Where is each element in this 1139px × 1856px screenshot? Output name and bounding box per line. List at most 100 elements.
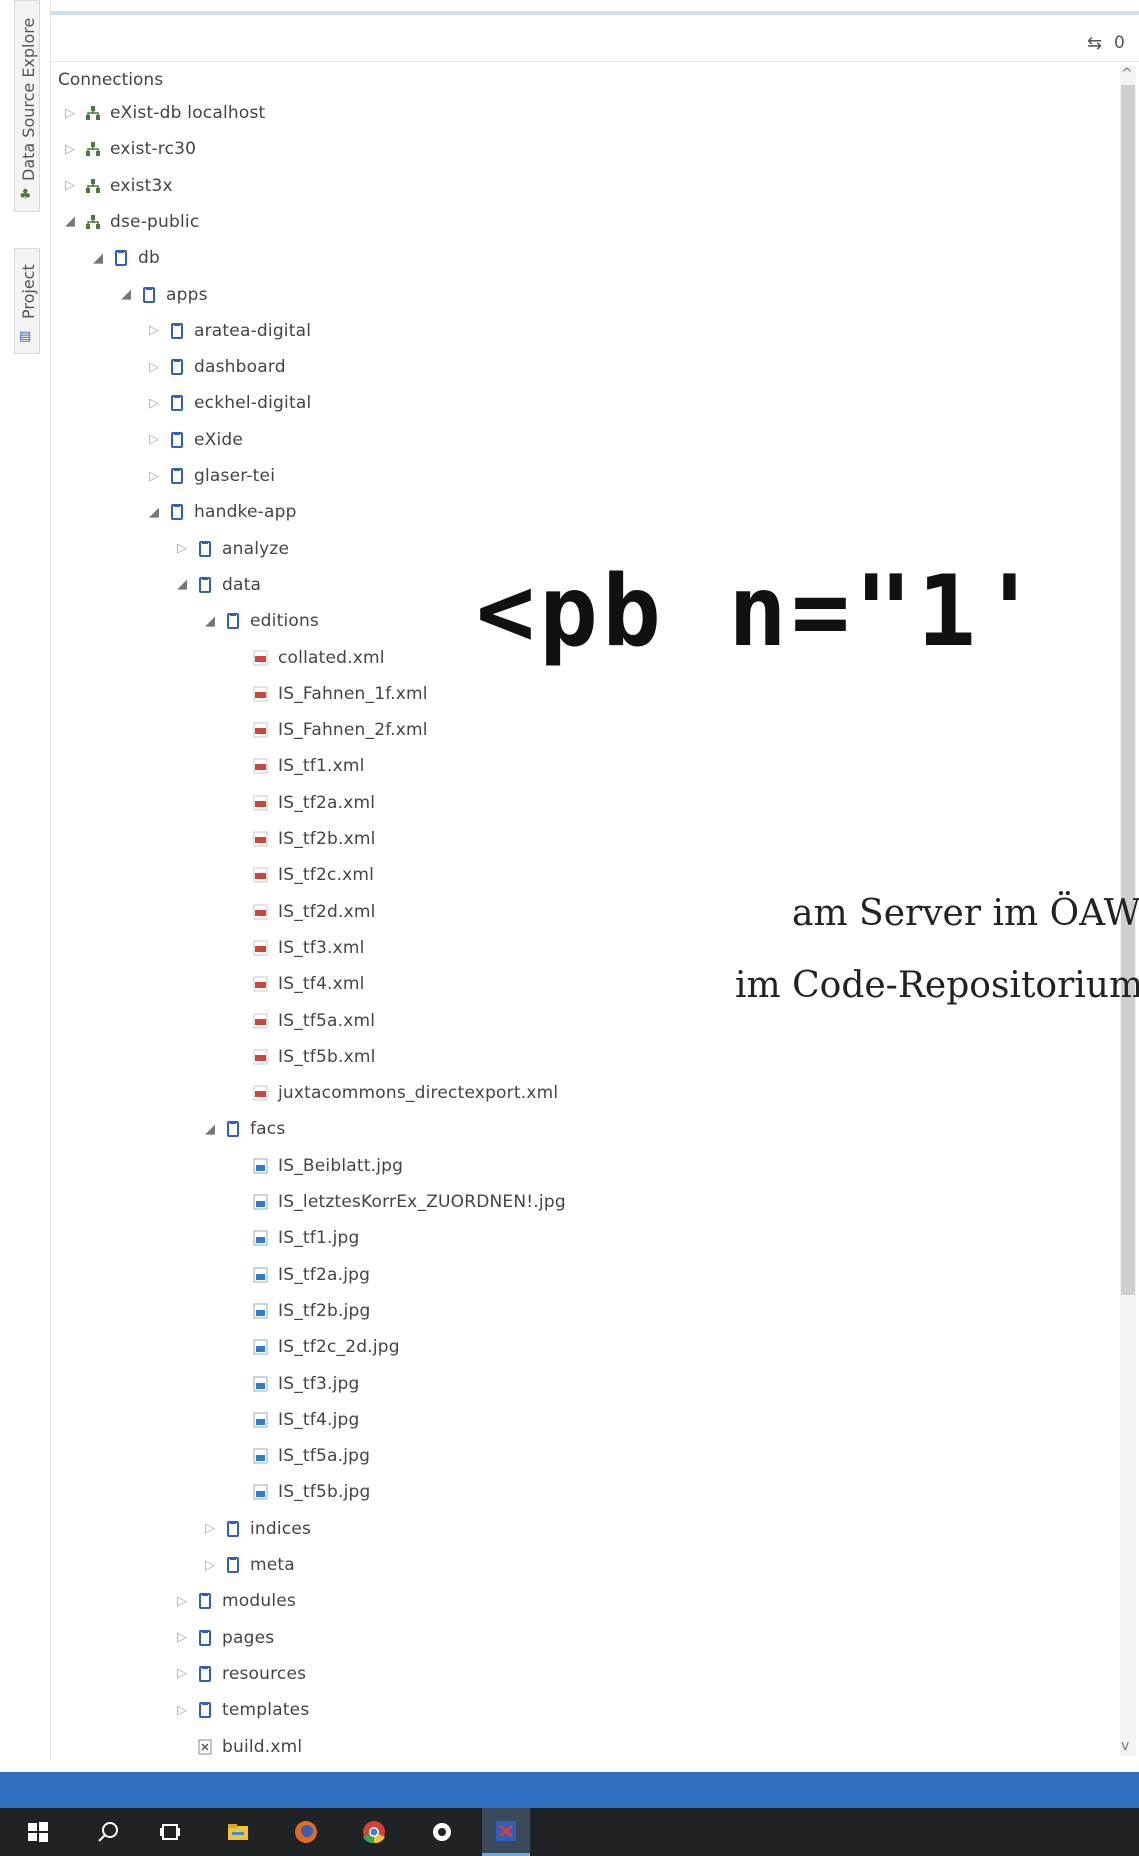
- tree-file-row[interactable]: build.xml: [174, 1732, 302, 1762]
- expand-arrow-icon[interactable]: ▷: [202, 1521, 218, 1536]
- tree-file-row[interactable]: IS_tf2c_2d.jpg: [230, 1332, 400, 1362]
- tree-file-row[interactable]: IS_tf2b.xml: [230, 824, 376, 854]
- tree-file-row[interactable]: IS_tf5a.jpg: [230, 1441, 370, 1471]
- expand-arrow-icon[interactable]: ▷: [174, 1594, 190, 1609]
- tree-folder-row[interactable]: ▷ resources: [174, 1659, 306, 1689]
- tree-item-label: IS_letztesKorrEx_ZUORDNEN!.jpg: [278, 1192, 566, 1212]
- collection-icon: [196, 539, 214, 559]
- collapse-arrow-icon[interactable]: ◢: [90, 251, 106, 266]
- tree-folder-row[interactable]: ▷ glaser-tei: [146, 461, 275, 491]
- tree-item-label: analyze: [222, 538, 290, 559]
- xml-file-icon: [252, 648, 270, 668]
- connection-icon: [84, 139, 102, 159]
- tree-folder-row[interactable]: ▷ exist3x: [62, 171, 173, 201]
- tree-file-row[interactable]: IS_tf1.jpg: [230, 1223, 359, 1253]
- tree-folder-row[interactable]: ▷ aratea-digital: [146, 316, 311, 346]
- file-explorer-icon[interactable]: [214, 1808, 262, 1856]
- tree-file-row[interactable]: IS_tf1.xml: [230, 751, 365, 781]
- tree-folder-row[interactable]: ▷ dashboard: [146, 352, 286, 382]
- expand-arrow-icon[interactable]: ▷: [174, 541, 190, 556]
- tree-file-row[interactable]: IS_Fahnen_1f.xml: [230, 679, 428, 709]
- collapse-arrow-icon[interactable]: ◢: [174, 577, 190, 592]
- tab-project[interactable]: Project ▤: [14, 248, 40, 354]
- tree-folder-row[interactable]: ▷ modules: [174, 1586, 296, 1616]
- tree-folder-row[interactable]: ▷ indices: [202, 1514, 311, 1544]
- task-view-icon[interactable]: [146, 1808, 194, 1856]
- tree-file-row[interactable]: collated.xml: [230, 643, 385, 673]
- tree-folder-row[interactable]: ▷ eXide: [146, 425, 243, 455]
- firefox-icon[interactable]: [282, 1808, 330, 1856]
- tree-folder-row[interactable]: ◢ facs: [202, 1114, 285, 1144]
- tree-folder-row[interactable]: ▷ pages: [174, 1623, 274, 1653]
- tree-file-row[interactable]: IS_tf3.xml: [230, 933, 365, 963]
- tree-file-row[interactable]: IS_tf2b.jpg: [230, 1296, 370, 1326]
- tree-file-row[interactable]: IS_tf3.jpg: [230, 1369, 359, 1399]
- oxygen-editor-icon[interactable]: [482, 1808, 530, 1856]
- collapse-arrow-icon[interactable]: ◢: [202, 1122, 218, 1137]
- tree-folder-row[interactable]: ◢ data: [174, 570, 261, 600]
- scrollbar-thumb[interactable]: [1121, 85, 1135, 1295]
- toolbar-right-text: 0: [1114, 33, 1125, 53]
- tree-folder-row[interactable]: ▷ eXist-db localhost: [62, 98, 265, 128]
- expand-arrow-icon[interactable]: ▷: [202, 1558, 218, 1573]
- expand-arrow-icon[interactable]: ▷: [174, 1666, 190, 1681]
- scroll-up-icon[interactable]: ^: [1121, 66, 1133, 82]
- collection-icon: [168, 502, 186, 522]
- tree-folder-row[interactable]: ▷ templates: [174, 1695, 309, 1725]
- tree-item-label: meta: [250, 1555, 295, 1575]
- tree-file-row[interactable]: IS_tf4.jpg: [230, 1405, 359, 1435]
- tree-folder-row[interactable]: ▷ exist-rc30: [62, 134, 196, 164]
- tree-folder-row[interactable]: ◢ apps: [118, 280, 208, 310]
- tree-folder-row[interactable]: ▷ eckhel-digital: [146, 388, 311, 418]
- tree-folder-row[interactable]: ◢ handke-app: [146, 497, 297, 527]
- tree-file-row[interactable]: IS_Fahnen_2f.xml: [230, 715, 428, 745]
- tree-file-row[interactable]: juxtacommons_directexport.xml: [230, 1078, 558, 1108]
- tree-file-row[interactable]: IS_letztesKorrEx_ZUORDNEN!.jpg: [230, 1187, 566, 1217]
- expand-arrow-icon[interactable]: ▷: [62, 106, 78, 121]
- tab-project-label: Project: [19, 264, 38, 319]
- tree-folder-row[interactable]: ◢ dse-public: [62, 207, 199, 237]
- tree-item-label: collated.xml: [278, 647, 385, 668]
- expand-arrow-icon[interactable]: ▷: [174, 1630, 190, 1645]
- collapse-arrow-icon[interactable]: ◢: [202, 614, 218, 629]
- tree-item-label: IS_tf2b.jpg: [278, 1300, 371, 1321]
- tree-file-row[interactable]: IS_Beiblatt.jpg: [230, 1151, 403, 1181]
- tree-folder-row[interactable]: ▷ analyze: [174, 534, 289, 564]
- tree-file-row[interactable]: IS_tf5b.jpg: [230, 1477, 370, 1507]
- tree-item-label: glaser-tei: [194, 466, 276, 486]
- expand-arrow-icon[interactable]: ▷: [146, 432, 162, 447]
- tree-item-label: indices: [250, 1518, 312, 1539]
- tab-data-source-explorer[interactable]: Data Source Explore ♣: [14, 0, 40, 212]
- tree-file-row[interactable]: IS_tf2c.xml: [230, 860, 374, 890]
- expand-arrow-icon[interactable]: ▷: [146, 396, 162, 411]
- collapse-arrow-icon[interactable]: ◢: [146, 505, 162, 520]
- tree-folder-row[interactable]: ◢ db: [90, 243, 160, 273]
- tree-file-row[interactable]: IS_tf5a.xml: [230, 1006, 375, 1036]
- tree-file-row[interactable]: IS_tf2a.jpg: [230, 1260, 370, 1290]
- tree-folder-row[interactable]: ◢ editions: [202, 606, 319, 636]
- chrome-icon[interactable]: [350, 1808, 398, 1856]
- xml-file-icon: [252, 974, 270, 994]
- expand-arrow-icon[interactable]: ▷: [174, 1703, 190, 1718]
- tree-file-row[interactable]: IS_tf5b.xml: [230, 1042, 376, 1072]
- expand-arrow-icon[interactable]: ▷: [62, 142, 78, 157]
- collection-icon: [168, 430, 186, 450]
- view-menu-icon[interactable]: ⇆: [1087, 33, 1102, 54]
- tree-folder-row[interactable]: ▷ meta: [202, 1550, 295, 1580]
- expand-arrow-icon[interactable]: ▷: [62, 178, 78, 193]
- tree-item-label: IS_Fahnen_2f.xml: [278, 720, 428, 741]
- scroll-down-icon[interactable]: v: [1121, 1738, 1129, 1754]
- tree-file-row[interactable]: IS_tf2d.xml: [230, 897, 376, 927]
- tree-file-row[interactable]: IS_tf4.xml: [230, 969, 365, 999]
- expand-arrow-icon[interactable]: ▷: [146, 323, 162, 338]
- windows-start-icon[interactable]: [14, 1808, 62, 1856]
- collapse-arrow-icon[interactable]: ◢: [118, 287, 134, 302]
- expand-arrow-icon[interactable]: ▷: [146, 469, 162, 484]
- settings-icon[interactable]: [418, 1808, 466, 1856]
- collapse-arrow-icon[interactable]: ◢: [62, 214, 78, 229]
- image-file-icon: [252, 1265, 270, 1285]
- image-file-icon: [252, 1482, 270, 1502]
- search-icon[interactable]: [84, 1808, 132, 1856]
- tree-file-row[interactable]: IS_tf2a.xml: [230, 788, 375, 818]
- expand-arrow-icon[interactable]: ▷: [146, 360, 162, 375]
